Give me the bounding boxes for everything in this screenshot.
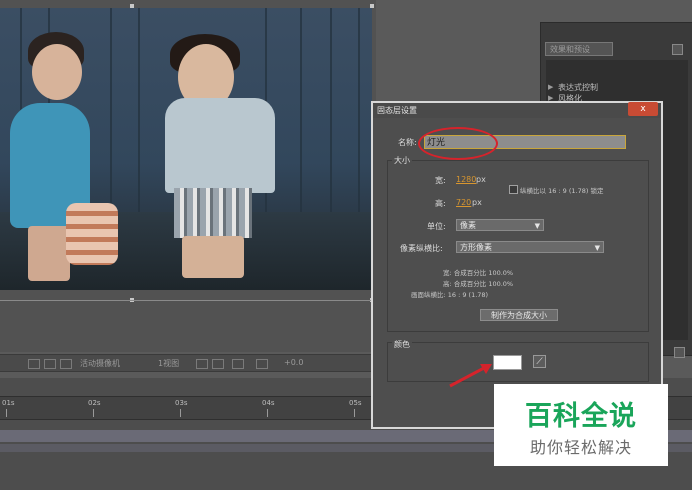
ruler-label: 05s bbox=[349, 399, 362, 407]
composition-image bbox=[0, 8, 372, 290]
width-label: 宽: bbox=[435, 176, 446, 185]
chevron-down-icon: ▼ bbox=[534, 222, 540, 230]
effects-item-expression-controls[interactable]: 表达式控制 bbox=[558, 82, 598, 93]
make-comp-size-button[interactable]: 制作为合成大小 bbox=[480, 309, 558, 321]
dialog-title: 固态层设置 bbox=[373, 103, 661, 118]
unit-dropdown-value: 像素 bbox=[460, 221, 476, 230]
size-section-title: 大小 bbox=[392, 155, 412, 166]
info-frame-aspect: 画面纵横比: 16 : 9 (1.78) bbox=[411, 291, 489, 299]
timeline-icon[interactable] bbox=[232, 359, 244, 369]
watermark-subtitle: 助你轻松解决 bbox=[529, 438, 632, 457]
camera-dropdown[interactable]: 活动摄像机 bbox=[80, 358, 120, 369]
lock-aspect-checkbox[interactable] bbox=[509, 185, 518, 194]
pixel-aspect-label: 像素纵横比: bbox=[400, 244, 443, 253]
view-layout-dropdown[interactable]: 1视图 bbox=[158, 358, 179, 369]
annotation-ellipse bbox=[418, 127, 498, 160]
width-value[interactable]: 1280 bbox=[456, 175, 476, 184]
layer-bottom-edge bbox=[0, 300, 374, 301]
lock-aspect-label: 纵横比以 16 : 9 (1.78) 锁定 bbox=[520, 187, 604, 195]
layer-handle-top-right[interactable] bbox=[370, 4, 374, 8]
pixel-aspect-dropdown[interactable]: 方形像素 ▼ bbox=[456, 241, 604, 253]
annotation-arrow bbox=[449, 364, 492, 388]
ruler-label: 01s bbox=[2, 399, 15, 407]
flowchart-icon[interactable] bbox=[256, 359, 268, 369]
viewer-toolbar: 活动摄像机 1视图 +0.0 bbox=[0, 354, 376, 372]
fast-preview-icon[interactable] bbox=[212, 359, 224, 369]
color-section-title: 颜色 bbox=[392, 339, 412, 350]
watermark-title: 百科全说 bbox=[525, 401, 637, 432]
pixel-aspect-value: 方形像素 bbox=[460, 243, 492, 252]
ruler-label: 02s bbox=[88, 399, 101, 407]
expand-arrow-icon[interactable]: ▶ bbox=[548, 83, 553, 91]
height-unit: px bbox=[472, 198, 482, 207]
width-unit: px bbox=[476, 175, 486, 184]
toggle-mask-icon[interactable] bbox=[28, 359, 40, 369]
height-value[interactable]: 720 bbox=[456, 198, 471, 207]
exposure-value[interactable]: +0.0 bbox=[284, 358, 303, 367]
layer-handle-top[interactable] bbox=[130, 4, 134, 8]
panel-menu-icon[interactable] bbox=[672, 44, 683, 55]
close-button[interactable]: x bbox=[628, 102, 658, 116]
info-height: 高: 合成百分比 100.0% bbox=[443, 280, 514, 288]
height-label: 高: bbox=[435, 199, 446, 208]
transparency-grid-icon[interactable] bbox=[44, 359, 56, 369]
name-label: 名称: bbox=[398, 138, 417, 147]
toggle-pixel-aspect-icon[interactable] bbox=[196, 359, 208, 369]
new-folder-icon[interactable] bbox=[674, 347, 685, 358]
ruler-label: 04s bbox=[262, 399, 275, 407]
unit-label: 单位: bbox=[427, 222, 446, 231]
eyedropper-icon[interactable]: ⟋ bbox=[533, 355, 546, 368]
unit-dropdown[interactable]: 像素 ▼ bbox=[456, 219, 544, 231]
color-swatch[interactable] bbox=[493, 355, 522, 370]
ruler-label: 03s bbox=[175, 399, 188, 407]
info-width: 宽: 合成百分比 100.0% bbox=[443, 269, 514, 277]
tab-effects-presets[interactable]: 效果和预设 bbox=[545, 42, 613, 56]
chevron-down-icon: ▼ bbox=[594, 244, 600, 252]
region-of-interest-icon[interactable] bbox=[60, 359, 72, 369]
